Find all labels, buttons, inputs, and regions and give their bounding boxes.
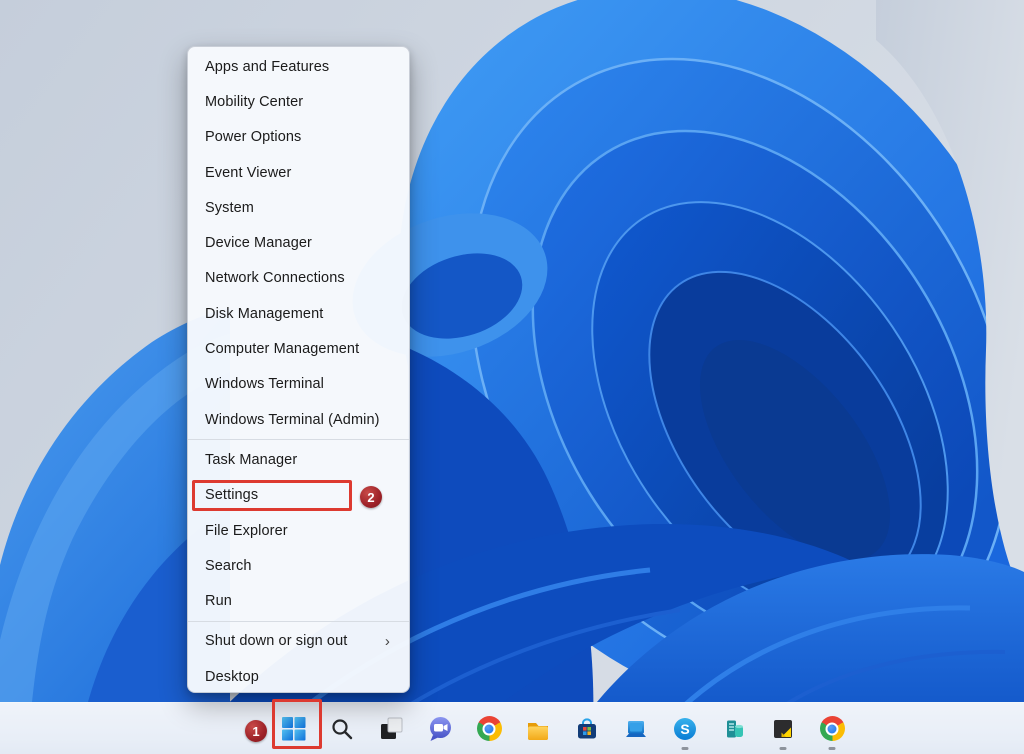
chrome-icon [820,716,845,741]
submenu-chevron-icon: › [385,633,397,650]
task-view-button[interactable] [371,707,411,751]
menu-separator [188,439,409,440]
menu-item-network-connections[interactable]: Network Connections [188,261,409,296]
menu-item-computer-management[interactable]: Computer Management [188,331,409,366]
windows-logo-icon [281,716,306,741]
skype-button[interactable]: S [665,707,705,751]
menu-item-task-manager[interactable]: Task Manager [188,442,409,477]
desktop-screen: Apps and Features Mobility Center Power … [0,0,1024,754]
chat-button[interactable] [420,707,460,751]
menu-item-shut-down-or-sign-out[interactable]: Shut down or sign out › [188,624,409,659]
menu-item-file-explorer[interactable]: File Explorer [188,513,409,548]
winx-context-menu: Apps and Features Mobility Center Power … [187,46,410,693]
desktop-wallpaper [0,0,1024,754]
menu-item-label: Shut down or sign out [205,633,347,649]
remote-desktop-icon [623,716,649,742]
menu-item-windows-terminal[interactable]: Windows Terminal [188,367,409,402]
file-explorer-button[interactable] [518,707,558,751]
taskbar-icon-row: S [273,703,852,754]
chrome-secondary-button[interactable] [812,707,852,751]
sticky-notes-icon [770,716,796,742]
microsoft-store-button[interactable] [567,707,607,751]
file-explorer-icon [525,716,551,742]
taskbar: S [0,702,1024,754]
menu-item-apps-and-features[interactable]: Apps and Features [188,49,409,84]
menu-item-run[interactable]: Run [188,583,409,618]
search-icon [330,717,354,741]
skype-icon: S [672,716,698,742]
menu-item-desktop[interactable]: Desktop [188,659,409,694]
menu-item-disk-management[interactable]: Disk Management [188,296,409,331]
chrome-button[interactable] [469,707,509,751]
teams-chat-icon [427,715,454,742]
step-2-badge: 2 [360,486,382,508]
menu-item-windows-terminal-admin[interactable]: Windows Terminal (Admin) [188,402,409,437]
search-button[interactable] [322,707,362,751]
remote-desktop-button[interactable] [616,707,656,751]
microsoft-store-icon [574,716,600,742]
menu-item-event-viewer[interactable]: Event Viewer [188,155,409,190]
hyper-v-manager-icon [721,716,747,742]
step-1-badge: 1 [245,720,267,742]
menu-item-search[interactable]: Search [188,548,409,583]
start-button[interactable] [273,707,313,751]
sticky-notes-button[interactable] [763,707,803,751]
menu-item-power-options[interactable]: Power Options [188,120,409,155]
menu-item-system[interactable]: System [188,190,409,225]
menu-item-device-manager[interactable]: Device Manager [188,225,409,260]
svg-text:S: S [680,721,689,737]
task-view-icon [379,716,404,741]
menu-item-mobility-center[interactable]: Mobility Center [188,84,409,119]
chrome-icon [477,716,502,741]
hyper-v-manager-button[interactable] [714,707,754,751]
menu-separator [188,621,409,622]
